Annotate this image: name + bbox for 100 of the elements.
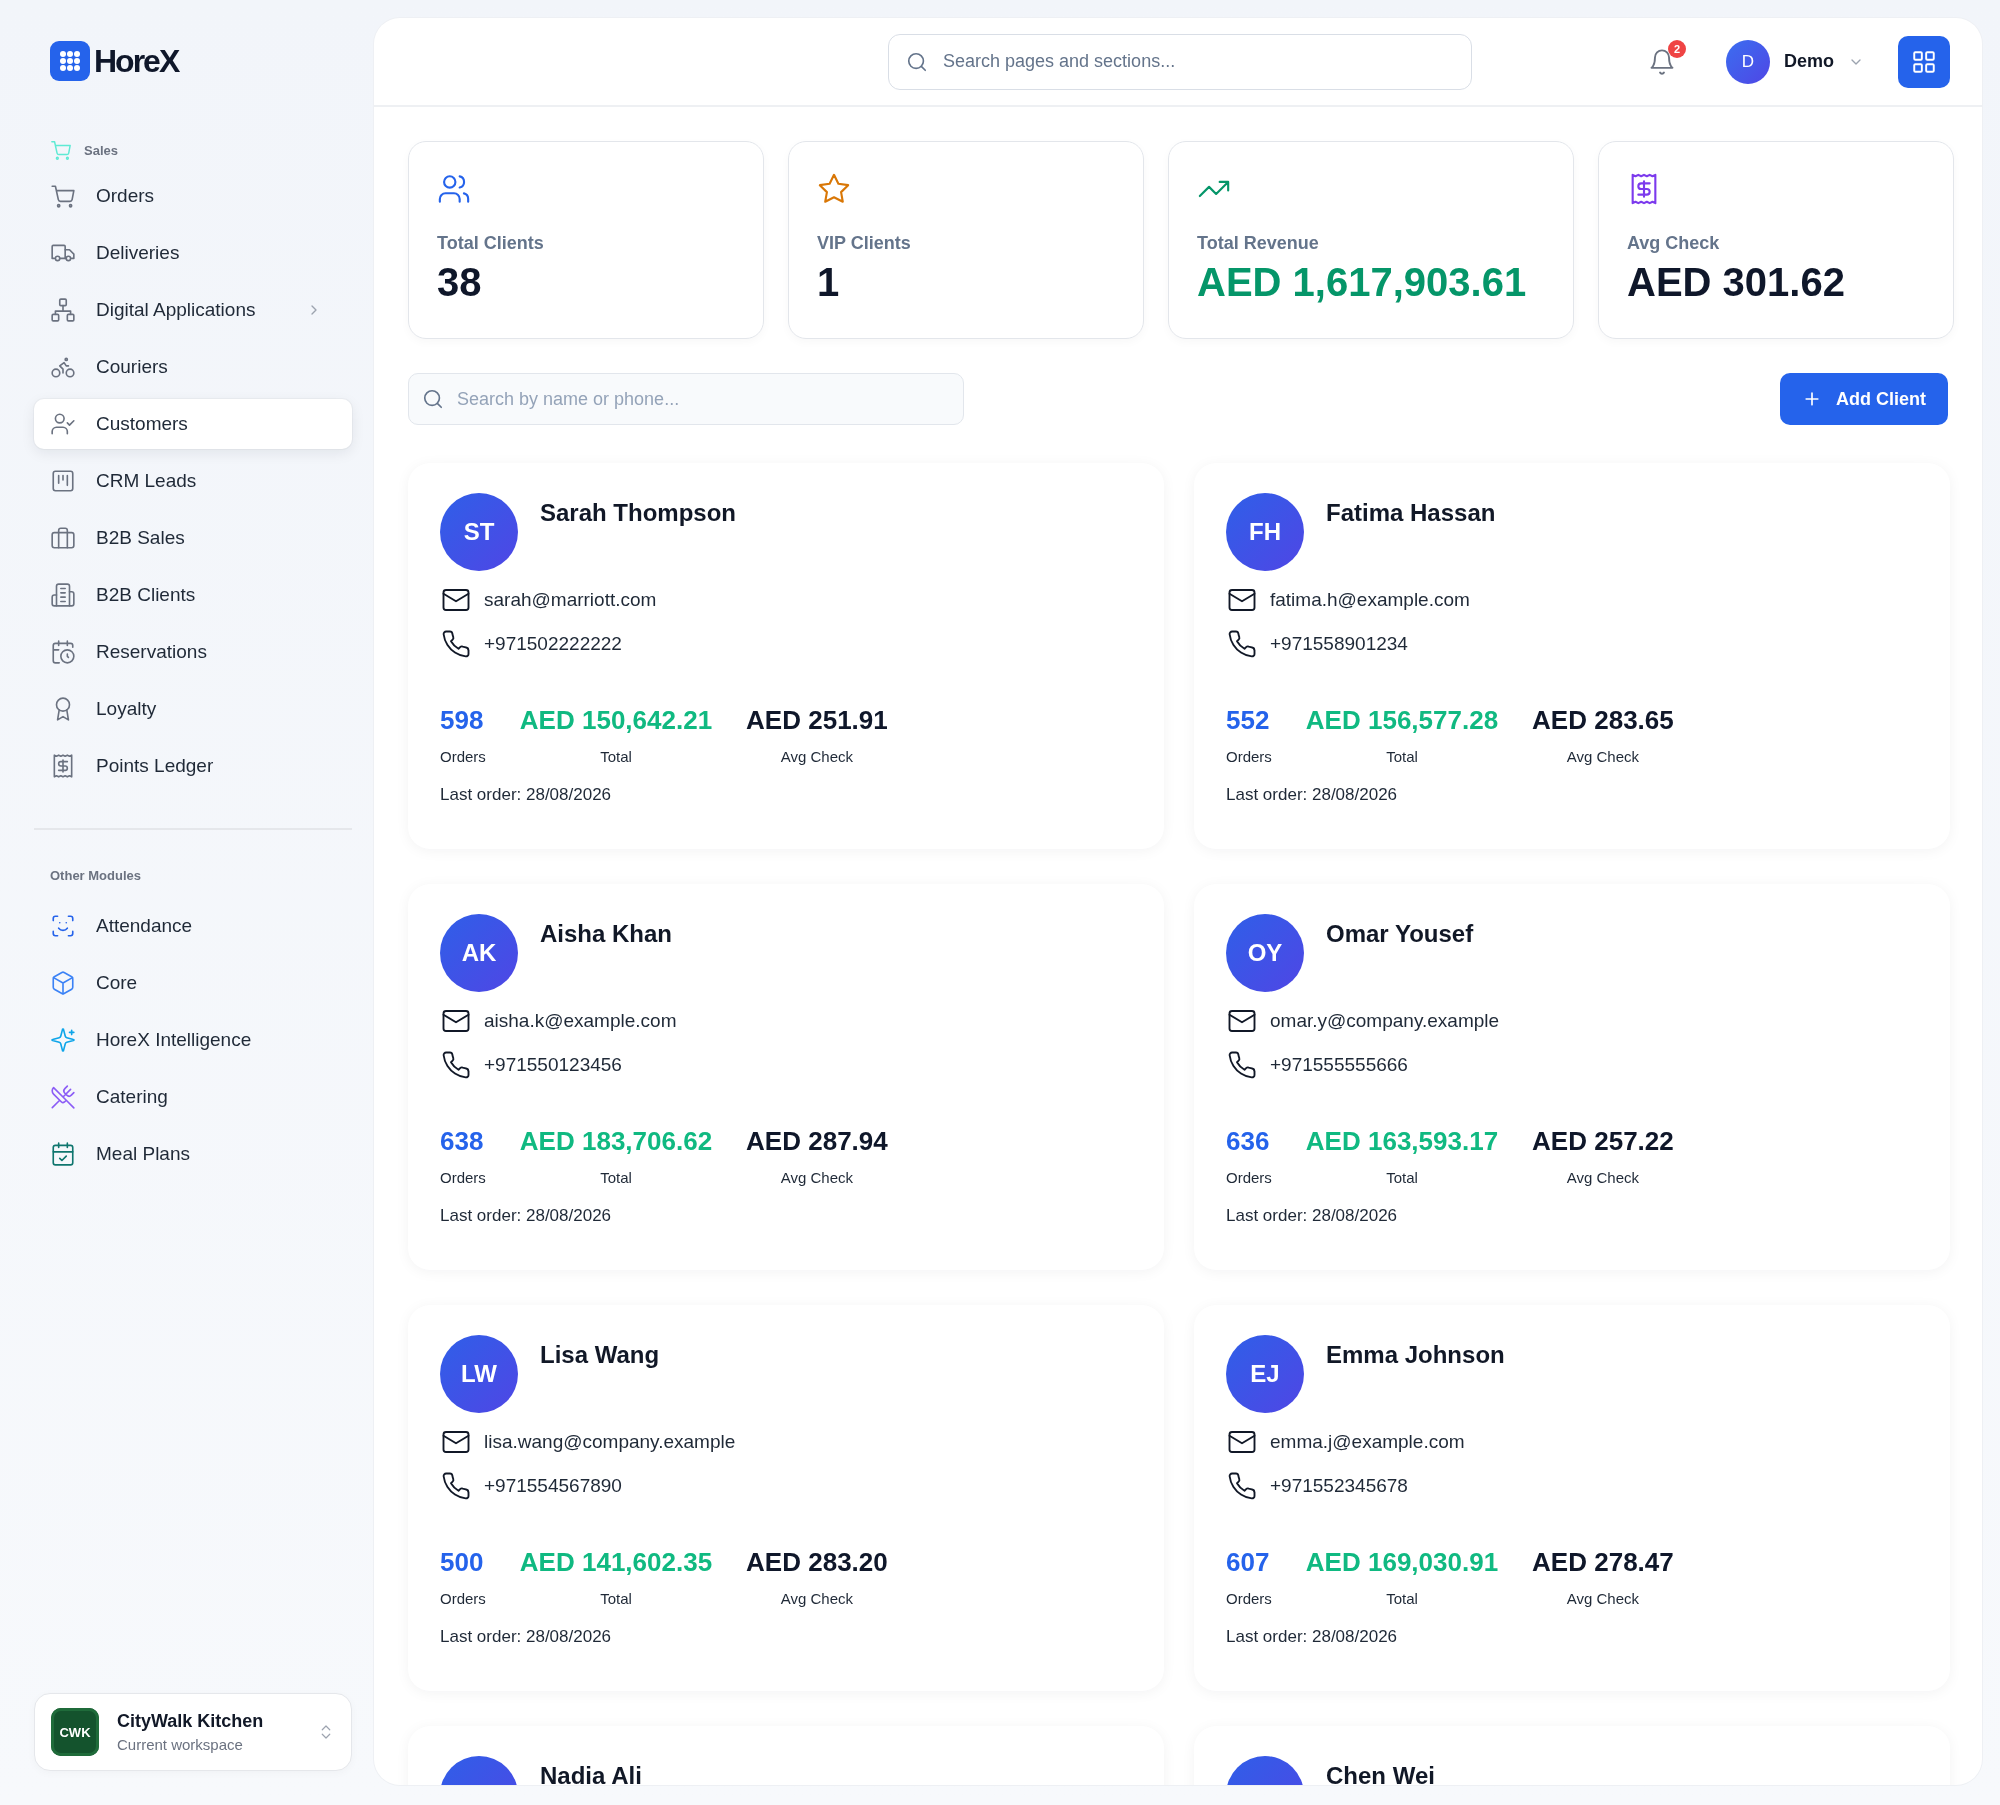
nav-item[interactable]: Points Ledger <box>34 741 352 791</box>
client-stat-label: Total <box>600 1169 632 1186</box>
client-stat-label: Avg Check <box>780 1590 854 1607</box>
client-email: lisa.wang@company.example <box>484 1431 736 1453</box>
nav-item[interactable]: Core <box>34 958 352 1008</box>
nav-item[interactable]: B2B Clients <box>34 570 352 620</box>
phone-icon <box>440 1050 472 1080</box>
nav-item[interactable]: Reservations <box>34 627 352 677</box>
client-email: omar.y@company.example <box>1270 1010 1500 1032</box>
notification-bell-icon[interactable] <box>1648 47 1676 76</box>
client-avatar: AK <box>440 914 518 992</box>
nav-item[interactable]: Loyalty <box>34 684 352 734</box>
client-stat-value: 598 <box>440 705 484 736</box>
search-icon <box>422 388 444 410</box>
nav-item[interactable]: Attendance <box>34 901 352 951</box>
stat-label: Avg Check <box>1627 233 1721 254</box>
search-field[interactable]: Search pages and sections... <box>888 33 1472 90</box>
client-phone: +971558901234 <box>1270 633 1408 655</box>
nav-item[interactable]: Orders <box>34 171 352 221</box>
client-stat-value: 552 <box>1226 705 1270 736</box>
workspace-name: CityWalk Kitchen <box>117 1711 264 1732</box>
client-avatar: OY <box>1226 914 1304 992</box>
phone-icon <box>1226 629 1258 659</box>
section-label: Other Modules <box>50 868 141 883</box>
notification-count: 2 <box>1668 39 1686 58</box>
user-avatar: D <box>1726 39 1770 84</box>
last-order-date: Last order: 28/08/2026 <box>1226 1206 1399 1226</box>
client-stat-value: AED 169,030.91 <box>1305 1547 1499 1578</box>
nav-item[interactable]: HoreX Intelligence <box>34 1015 352 1065</box>
client-stat-value: AED 283.65 <box>1532 705 1674 736</box>
client-stat-label: Total <box>600 1590 632 1607</box>
last-order-date: Last order: 28/08/2026 <box>440 785 613 805</box>
client-name: Omar Yousef <box>1326 920 1474 948</box>
workspace-logo: CWK <box>51 1708 99 1756</box>
nav-item[interactable]: CRM Leads <box>34 456 352 506</box>
client-stat-value: AED 141,602.35 <box>519 1547 713 1578</box>
nav-item[interactable]: Deliveries <box>34 228 352 278</box>
client-name: Aisha Khan <box>540 920 673 948</box>
client-email: sarah@marriott.com <box>484 589 657 611</box>
client-name: Emma Johnson <box>1326 1341 1505 1369</box>
client-phone: +971550123456 <box>484 1054 622 1076</box>
client-stat-label: Orders <box>1226 1169 1272 1186</box>
nav-item[interactable]: Customers <box>34 399 352 449</box>
briefcase-icon <box>50 525 76 551</box>
client-stat-label: Avg Check <box>1566 748 1640 765</box>
stat-value: AED 301.62 <box>1627 260 1846 305</box>
client-avatar: LW <box>440 1335 518 1413</box>
client-stat-label: Total <box>600 748 632 765</box>
add-client-button[interactable]: Add Client <box>1780 373 1948 425</box>
user-menu[interactable]: D Demo <box>1726 39 1864 84</box>
stat-value: 1 <box>817 260 841 305</box>
client-stat-value: AED 257.22 <box>1532 1126 1674 1157</box>
logo-icon <box>50 41 90 81</box>
client-stat-label: Avg Check <box>780 748 854 765</box>
stat-label: Total Revenue <box>1197 233 1320 254</box>
client-name: Fatima Hassan <box>1326 499 1496 527</box>
client-name: Lisa Wang <box>540 1341 660 1369</box>
stat-label: Total Clients <box>437 233 545 254</box>
client-phone: +971552345678 <box>1270 1475 1408 1497</box>
client-stat-label: Orders <box>1226 1590 1272 1607</box>
client-name: Nadia Ali <box>540 1762 642 1785</box>
user-name: Demo <box>1784 51 1834 72</box>
client-stat-value: 638 <box>440 1126 484 1157</box>
nav-item[interactable]: B2B Sales <box>34 513 352 563</box>
client-stat-value: 636 <box>1226 1126 1270 1157</box>
cart-icon <box>50 139 72 161</box>
client-stat-value: AED 278.47 <box>1532 1547 1674 1578</box>
client-stat-value: AED 163,593.17 <box>1305 1126 1499 1157</box>
building-icon <box>50 582 76 608</box>
client-stat-label: Orders <box>1226 748 1272 765</box>
client-email: fatima.h@example.com <box>1270 589 1470 611</box>
phone-icon <box>440 1471 472 1501</box>
last-order-date: Last order: 28/08/2026 <box>1226 1627 1399 1647</box>
nav-item[interactable]: Couriers <box>34 342 352 392</box>
cart-icon <box>50 183 76 209</box>
hierarchy-icon <box>50 297 76 323</box>
stat-value: 38 <box>437 260 483 305</box>
client-stat-value: AED 156,577.28 <box>1305 705 1499 736</box>
phone-icon <box>1226 1050 1258 1080</box>
users-icon <box>437 172 471 206</box>
client-phone: +971555555666 <box>1270 1054 1408 1076</box>
nav-item[interactable]: Catering <box>34 1072 352 1122</box>
client-stat-value: AED 287.94 <box>746 1126 888 1157</box>
client-email: aisha.k@example.com <box>484 1010 677 1032</box>
workspace-subtitle: Current workspace <box>117 1736 244 1753</box>
client-stat-label: Avg Check <box>780 1169 854 1186</box>
nav-item[interactable]: Meal Plans <box>34 1129 352 1179</box>
nav-item[interactable]: Digital Applications <box>34 285 352 335</box>
apps-button[interactable] <box>1898 35 1950 88</box>
client-avatar: EJ <box>1226 1335 1304 1413</box>
client-stat-value: 607 <box>1226 1547 1270 1578</box>
client-avatar: FH <box>1226 493 1304 571</box>
workspace-switcher[interactable]: CWK CityWalk Kitchen Current workspace <box>34 1693 352 1771</box>
logo-wordmark: HoreX <box>94 42 179 80</box>
client-stat-label: Total <box>1386 1590 1418 1607</box>
client-stat-label: Orders <box>440 1169 486 1186</box>
last-order-date: Last order: 28/08/2026 <box>440 1627 613 1647</box>
client-stat-label: Total <box>1386 1169 1418 1186</box>
search-field[interactable]: Search by name or phone... <box>408 373 964 425</box>
client-stat-label: Total <box>1386 748 1418 765</box>
